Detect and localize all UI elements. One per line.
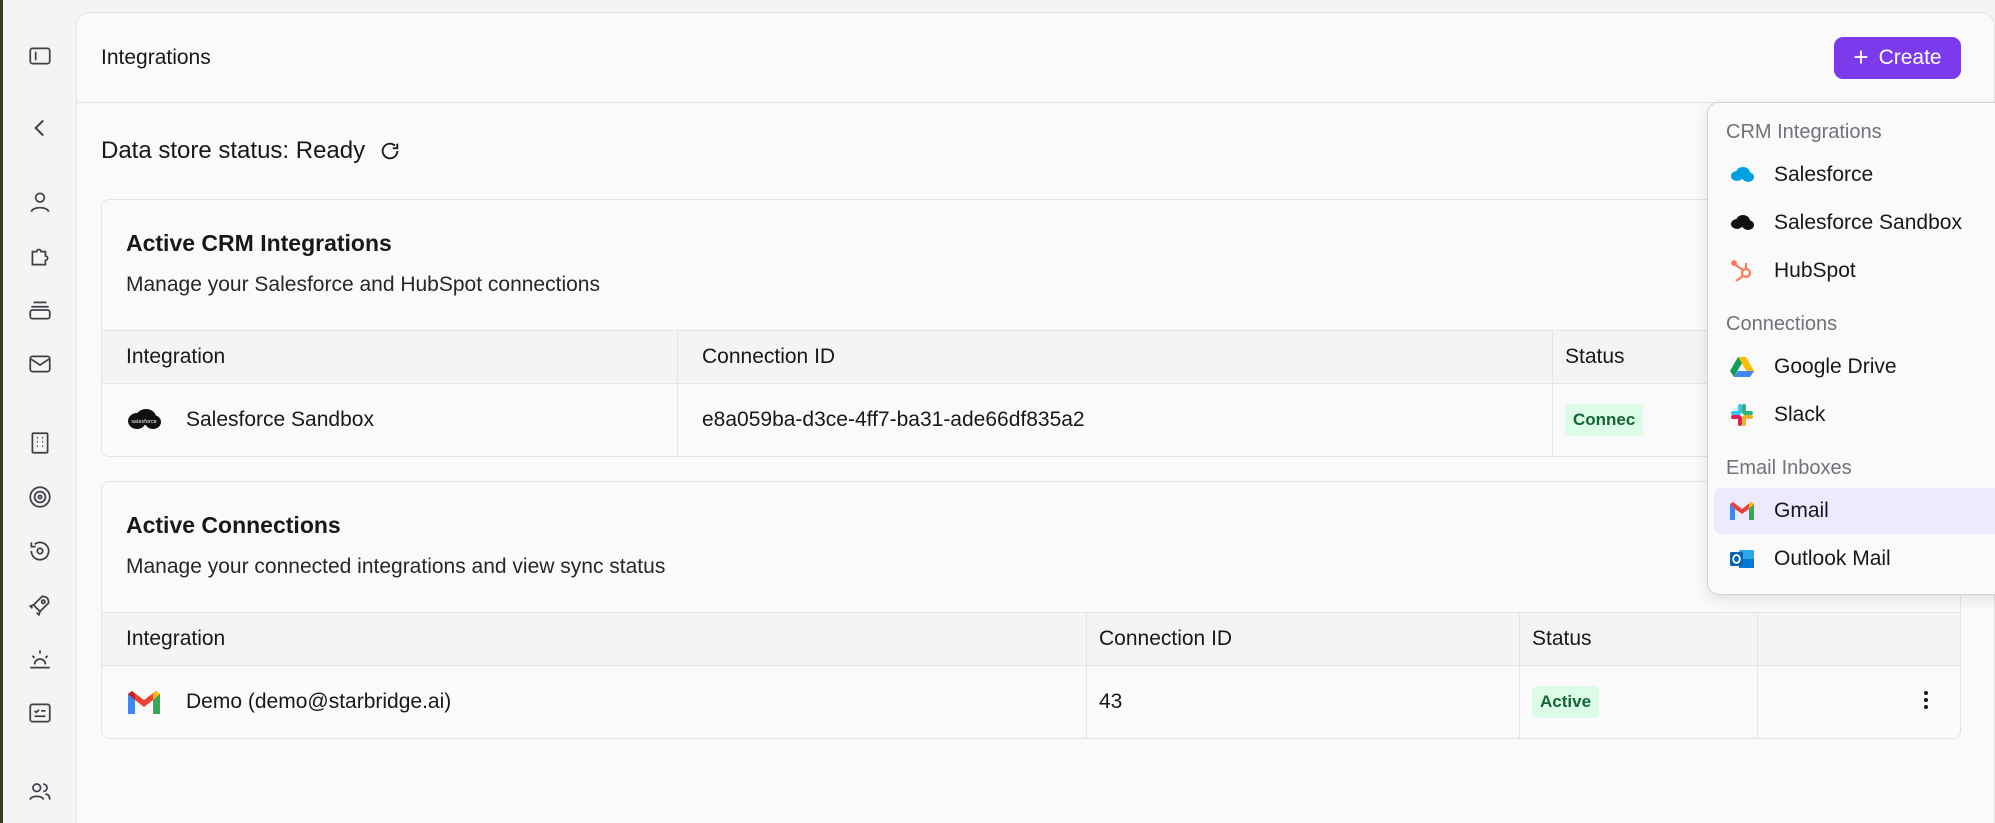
- salesforce-icon: [1728, 162, 1756, 188]
- crm-integrations-card: Active CRM Integrations Manage your Sale…: [101, 199, 1961, 457]
- create-dropdown-menu: CRM Integrations Salesforce Salesforce S…: [1707, 102, 1995, 595]
- layers-icon[interactable]: [24, 294, 56, 326]
- data-store-status: Data store status: Ready: [101, 137, 401, 165]
- create-button[interactable]: + Create: [1834, 37, 1961, 79]
- menu-group-label: Connections: [1726, 313, 1838, 335]
- card-title: Active CRM Integrations: [126, 230, 392, 256]
- menu-item-label: Slack: [1774, 403, 1826, 426]
- integration-name: Salesforce Sandbox: [186, 408, 374, 431]
- status-badge: Active: [1532, 686, 1600, 718]
- history-icon[interactable]: [24, 535, 56, 567]
- gmail-icon: [126, 688, 162, 716]
- salesforce-sandbox-icon: [1728, 210, 1756, 236]
- salesforce-icon: salesforce: [126, 406, 162, 434]
- table-header: Integration Connection ID Status: [102, 330, 1960, 384]
- building-icon[interactable]: [24, 427, 56, 459]
- card-subtitle: Manage your Salesforce and HubSpot conne…: [126, 273, 600, 296]
- menu-item-google-drive[interactable]: Google Drive: [1714, 344, 1995, 390]
- puzzle-icon[interactable]: [24, 240, 56, 272]
- sunrise-icon[interactable]: [24, 643, 56, 675]
- menu-item-salesforce[interactable]: Salesforce: [1714, 152, 1995, 198]
- table-row[interactable]: salesforce Salesforce Sandbox e8a059ba-d…: [102, 384, 1960, 456]
- mail-icon[interactable]: [24, 348, 56, 380]
- more-options-icon[interactable]: [1924, 691, 1928, 709]
- status-text: Data store status: Ready: [101, 137, 366, 164]
- refresh-icon[interactable]: [379, 140, 401, 162]
- slack-icon: [1728, 402, 1756, 428]
- menu-item-label: Google Drive: [1774, 355, 1897, 378]
- menu-item-label: Salesforce: [1774, 163, 1874, 186]
- menu-item-hubspot[interactable]: HubSpot: [1714, 248, 1995, 294]
- menu-item-slack[interactable]: Slack: [1714, 392, 1995, 438]
- checklist-icon[interactable]: [24, 697, 56, 729]
- status-badge: Connec: [1565, 404, 1644, 436]
- menu-item-salesforce-sandbox[interactable]: Salesforce Sandbox: [1714, 200, 1995, 246]
- icon-rail: [3, 0, 75, 823]
- create-button-label: Create: [1878, 46, 1942, 69]
- main-panel: Integrations + Create Data store status:…: [76, 12, 1995, 823]
- menu-item-outlook-mail[interactable]: Outlook Mail: [1714, 536, 1995, 582]
- connection-id: 43: [1086, 666, 1519, 738]
- column-header: Connection ID: [677, 331, 1552, 383]
- table-row[interactable]: Demo (demo@starbridge.ai) 43 Active: [102, 666, 1960, 738]
- column-header: Connection ID: [1086, 613, 1519, 665]
- users-icon[interactable]: [24, 775, 56, 807]
- table-header: Integration Connection ID Status: [102, 612, 1960, 666]
- card-subtitle: Manage your connected integrations and v…: [126, 555, 666, 578]
- back-icon[interactable]: [24, 112, 56, 144]
- target-icon[interactable]: [24, 481, 56, 513]
- connection-id: e8a059ba-d3ce-4ff7-ba31-ade66df835a2: [677, 384, 1552, 456]
- column-header: Integration: [126, 345, 226, 368]
- page-title: Integrations: [101, 46, 211, 69]
- menu-group-label: CRM Integrations: [1726, 121, 1882, 143]
- page-header: Integrations + Create: [77, 13, 1994, 103]
- column-header: Status: [1519, 613, 1757, 665]
- menu-item-label: Gmail: [1774, 499, 1829, 522]
- menu-item-label: HubSpot: [1774, 259, 1856, 282]
- column-header: Integration: [126, 627, 226, 650]
- menu-item-label: Outlook Mail: [1774, 547, 1891, 570]
- column-header-actions: [1757, 613, 1960, 665]
- rocket-icon[interactable]: [24, 589, 56, 621]
- plus-icon: +: [1853, 42, 1869, 72]
- menu-item-label: Salesforce Sandbox: [1774, 211, 1962, 234]
- user-icon[interactable]: [24, 186, 56, 218]
- gmail-icon: [1728, 498, 1756, 524]
- integration-name: Demo (demo@starbridge.ai): [186, 690, 452, 713]
- svg-text:salesforce: salesforce: [131, 419, 156, 425]
- menu-group-label: Email Inboxes: [1726, 457, 1852, 479]
- google-drive-icon: [1728, 354, 1756, 380]
- sidebar-toggle-icon[interactable]: [24, 40, 56, 72]
- card-title: Active Connections: [126, 512, 341, 538]
- hubspot-icon: [1728, 258, 1756, 284]
- connections-card: Active Connections Manage your connected…: [101, 481, 1961, 739]
- outlook-icon: [1728, 546, 1756, 572]
- menu-item-gmail[interactable]: Gmail: [1714, 488, 1995, 534]
